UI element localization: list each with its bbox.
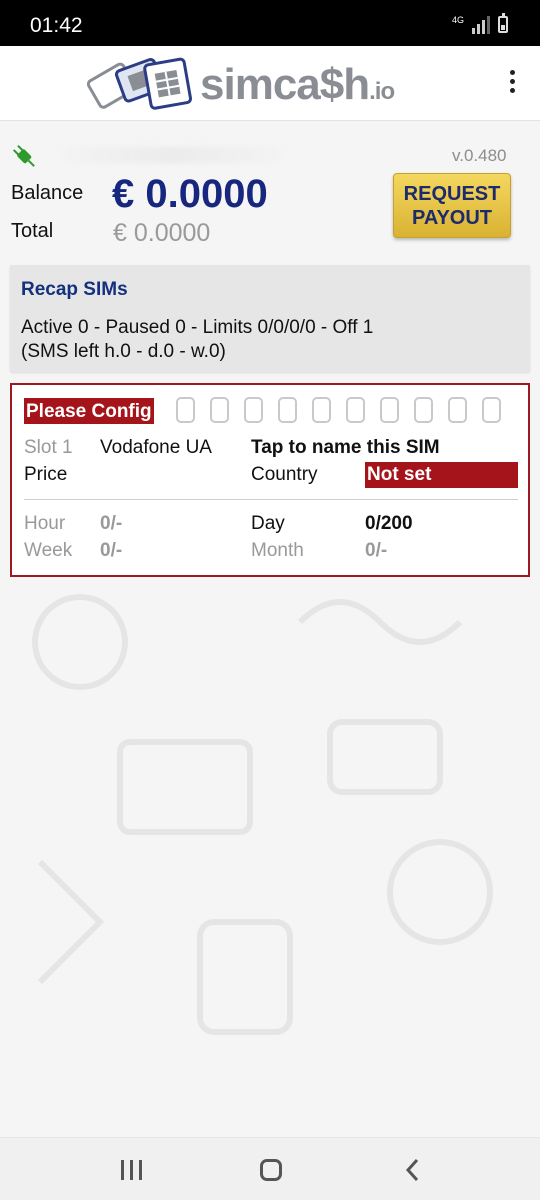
status-bar: 01:42 4G xyxy=(0,0,540,46)
day-label: Day xyxy=(251,513,285,534)
signal-icon xyxy=(472,16,490,34)
plug-icon xyxy=(12,144,35,167)
total-value: € 0.0000 xyxy=(113,219,211,247)
app-logo: simca$h.io xyxy=(86,54,411,114)
week-value: 0/- xyxy=(100,540,123,561)
slot-label: Slot 1 xyxy=(24,437,73,458)
slot-indicator xyxy=(482,397,501,423)
slot-indicator xyxy=(380,397,399,423)
week-label: Week xyxy=(24,540,73,561)
slot-indicator xyxy=(210,397,229,423)
slot-indicators xyxy=(176,397,501,423)
please-config-badge[interactable]: Please Config xyxy=(24,398,154,424)
slot-indicator xyxy=(278,397,297,423)
recap-status-line: Active 0 - Paused 0 - Limits 0/0/0/0 - O… xyxy=(21,317,374,338)
sim-card-panel[interactable]: Please Config Slot 1 Vodafone UA Tap to … xyxy=(10,383,530,577)
recent-apps-icon[interactable] xyxy=(121,1160,143,1180)
slot-indicator xyxy=(414,397,433,423)
battery-icon xyxy=(498,13,508,33)
logo-text: simca$h xyxy=(200,60,370,109)
month-value: 0/- xyxy=(365,540,388,561)
slot-indicator xyxy=(176,397,195,423)
balance-value: € 0.0000 xyxy=(112,172,268,216)
day-value: 0/200 xyxy=(365,513,413,534)
hour-label: Hour xyxy=(24,513,66,534)
name-sim-link[interactable]: Tap to name this SIM xyxy=(251,437,440,459)
background-doodle xyxy=(32,594,493,1035)
operator-name: Vodafone UA xyxy=(100,437,212,458)
status-time: 01:42 xyxy=(30,14,83,37)
request-payout-button[interactable]: REQUEST PAYOUT xyxy=(393,173,511,238)
price-label: Price xyxy=(24,464,68,485)
logo-wordmark: simca$h.io xyxy=(200,60,395,110)
slot-indicator xyxy=(346,397,365,423)
app-version: v.0.480 xyxy=(452,146,507,165)
slot-indicator xyxy=(312,397,331,423)
sim-cards-logo-icon xyxy=(86,57,193,110)
total-label: Total xyxy=(11,220,54,242)
balance-label: Balance xyxy=(11,182,84,204)
back-icon[interactable] xyxy=(402,1158,424,1182)
month-label: Month xyxy=(251,540,304,561)
country-label: Country xyxy=(251,464,318,485)
app-header: simca$h.io xyxy=(0,46,540,121)
more-vert-icon[interactable] xyxy=(500,66,524,100)
redacted-account-id xyxy=(62,147,282,163)
recap-sims-panel: Recap SIMs Active 0 - Paused 0 - Limits … xyxy=(10,265,530,372)
network-type: 4G xyxy=(452,15,465,25)
slot-indicator xyxy=(244,397,263,423)
logo-suffix: .io xyxy=(369,78,395,105)
slot-indicator xyxy=(448,397,467,423)
recap-sms-left-line: (SMS left h.0 - d.0 - w.0) xyxy=(21,341,226,362)
home-icon[interactable] xyxy=(260,1159,282,1181)
country-value[interactable]: Not set xyxy=(365,462,518,488)
divider xyxy=(24,499,518,500)
main-content: v.0.480 Balance € 0.0000 Total € 0.0000 … xyxy=(0,122,540,1137)
recap-title: Recap SIMs xyxy=(21,279,128,300)
hour-value: 0/- xyxy=(100,513,123,534)
system-nav-bar xyxy=(0,1137,540,1200)
